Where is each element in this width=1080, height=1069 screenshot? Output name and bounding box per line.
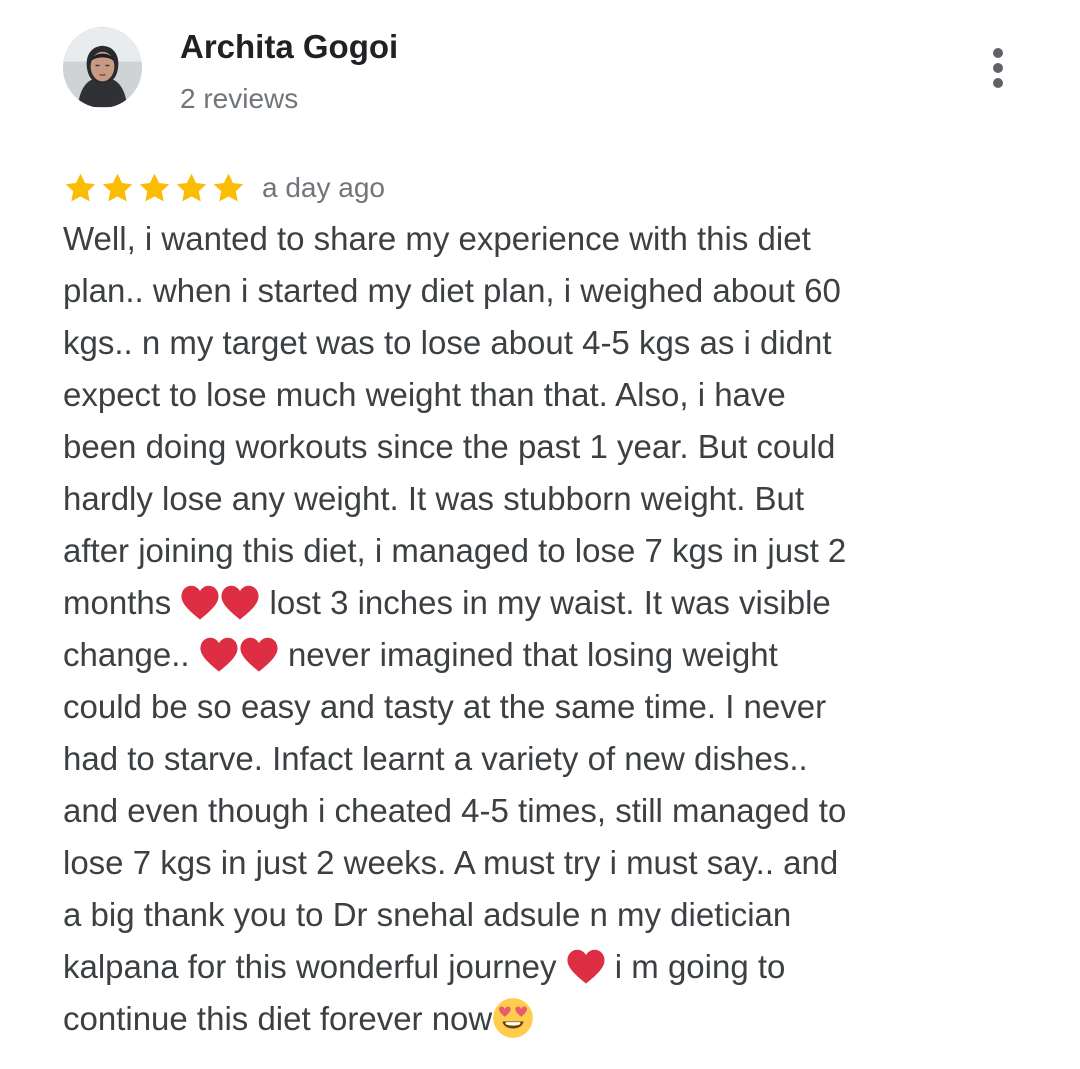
review-text-fragment: kalpana for this wonderful journey bbox=[63, 948, 566, 985]
review-text-line: continue this diet forever now bbox=[63, 993, 963, 1045]
smiling-face-with-heart-eyes-icon bbox=[492, 997, 534, 1039]
review-text-fragment: expect to lose much weight than that. Al… bbox=[63, 376, 786, 413]
red-heart-icon bbox=[566, 948, 606, 986]
review-text-fragment: a big thank you to Dr snehal adsule n my… bbox=[63, 896, 792, 933]
review-text-fragment: after joining this diet, i managed to lo… bbox=[63, 532, 847, 569]
review-text-line: plan.. when i started my diet plan, i we… bbox=[63, 265, 963, 317]
review-text-fragment: and even though i cheated 4-5 times, sti… bbox=[63, 792, 847, 829]
star-rating bbox=[63, 171, 246, 206]
star-icon bbox=[213, 173, 244, 201]
review-text-fragment: change.. bbox=[63, 636, 199, 673]
review-text-fragment: never imagined that losing weight bbox=[278, 636, 778, 673]
author-review-count[interactable]: 2 reviews bbox=[180, 81, 298, 117]
review-text-line: after joining this diet, i managed to lo… bbox=[63, 525, 963, 577]
more-vertical-icon bbox=[993, 48, 1003, 88]
review-text-line: lose 7 kgs in just 2 weeks. A must try i… bbox=[63, 837, 963, 889]
review-card: Archita Gogoi 2 reviews a day ago Well, … bbox=[0, 0, 1080, 1069]
author-avatar[interactable] bbox=[63, 27, 142, 108]
review-text-fragment: had to starve. Infact learnt a variety o… bbox=[63, 740, 808, 777]
red-heart-icon bbox=[220, 584, 260, 622]
review-text-line: had to starve. Infact learnt a variety o… bbox=[63, 733, 963, 785]
review-text-fragment: plan.. when i started my diet plan, i we… bbox=[63, 272, 841, 309]
review-text-line: been doing workouts since the past 1 yea… bbox=[63, 421, 963, 473]
review-text-fragment: kgs.. n my target was to lose about 4-5 … bbox=[63, 324, 832, 361]
review-text-line: hardly lose any weight. It was stubborn … bbox=[63, 473, 963, 525]
star-icon bbox=[176, 173, 207, 201]
review-text-line: Well, i wanted to share my experience wi… bbox=[63, 213, 963, 265]
rating-row: a day ago bbox=[63, 168, 385, 208]
review-text-fragment: months bbox=[63, 584, 181, 621]
red-heart-icon bbox=[199, 636, 239, 674]
review-text-fragment: lose 7 kgs in just 2 weeks. A must try i… bbox=[63, 844, 839, 881]
review-text-fragment: been doing workouts since the past 1 yea… bbox=[63, 428, 836, 465]
review-text-fragment: continue this diet forever now bbox=[63, 1000, 493, 1037]
review-date: a day ago bbox=[262, 172, 385, 203]
red-heart-icon bbox=[180, 584, 220, 622]
review-text-fragment: hardly lose any weight. It was stubborn … bbox=[63, 480, 805, 517]
review-text-line: change.. never imagined that losing weig… bbox=[63, 629, 963, 681]
review-text-fragment: could be so easy and tasty at the same t… bbox=[63, 688, 827, 725]
author-name[interactable]: Archita Gogoi bbox=[180, 27, 398, 67]
review-text-line: and even though i cheated 4-5 times, sti… bbox=[63, 785, 963, 837]
review-text-line: could be so easy and tasty at the same t… bbox=[63, 681, 963, 733]
review-text-fragment: i m going to bbox=[605, 948, 786, 985]
star-icon bbox=[102, 173, 133, 201]
review-text-line: kgs.. n my target was to lose about 4-5 … bbox=[63, 317, 963, 369]
review-text: Well, i wanted to share my experience wi… bbox=[63, 213, 963, 1045]
review-text-fragment: Well, i wanted to share my experience wi… bbox=[63, 220, 811, 257]
more-options-button[interactable] bbox=[978, 44, 1018, 92]
star-icon bbox=[65, 173, 96, 201]
review-text-line: a big thank you to Dr snehal adsule n my… bbox=[63, 889, 963, 941]
review-text-line: expect to lose much weight than that. Al… bbox=[63, 369, 963, 421]
review-text-fragment: lost 3 inches in my waist. It was visibl… bbox=[260, 584, 831, 621]
review-text-line: kalpana for this wonderful journey i m g… bbox=[63, 941, 963, 993]
star-icon bbox=[139, 173, 170, 201]
review-text-line: months lost 3 inches in my waist. It was… bbox=[63, 577, 963, 629]
user-avatar-photo-icon bbox=[63, 28, 142, 107]
red-heart-icon bbox=[239, 636, 279, 674]
